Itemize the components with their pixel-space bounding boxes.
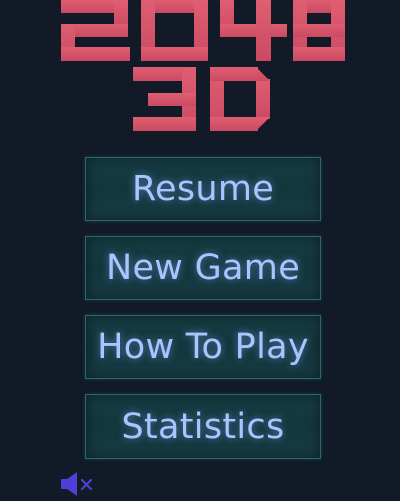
statistics-button-label: Statistics — [121, 406, 285, 447]
logo-digit-0 — [141, 0, 208, 61]
how-to-play-button-label: How To Play — [97, 327, 309, 367]
resume-button-label: Resume — [131, 169, 275, 209]
game-logo — [0, 0, 400, 140]
logo-digit-4 — [220, 0, 287, 61]
resume-button[interactable]: Resume — [85, 157, 321, 221]
logo-digit-2 — [61, 0, 130, 61]
how-to-play-button[interactable]: How To Play — [85, 315, 321, 379]
new-game-button[interactable]: New Game — [85, 236, 321, 300]
main-menu: Resume New Game How To Play Statistics — [85, 157, 321, 474]
logo-digit-8 — [293, 0, 345, 61]
logo-letter-d — [210, 67, 270, 131]
sound-toggle-button[interactable] — [59, 471, 95, 497]
statistics-button[interactable]: Statistics — [85, 394, 321, 459]
speaker-muted-icon — [61, 472, 93, 496]
logo-letter-3 — [133, 67, 196, 131]
new-game-button-label: New Game — [105, 248, 301, 288]
